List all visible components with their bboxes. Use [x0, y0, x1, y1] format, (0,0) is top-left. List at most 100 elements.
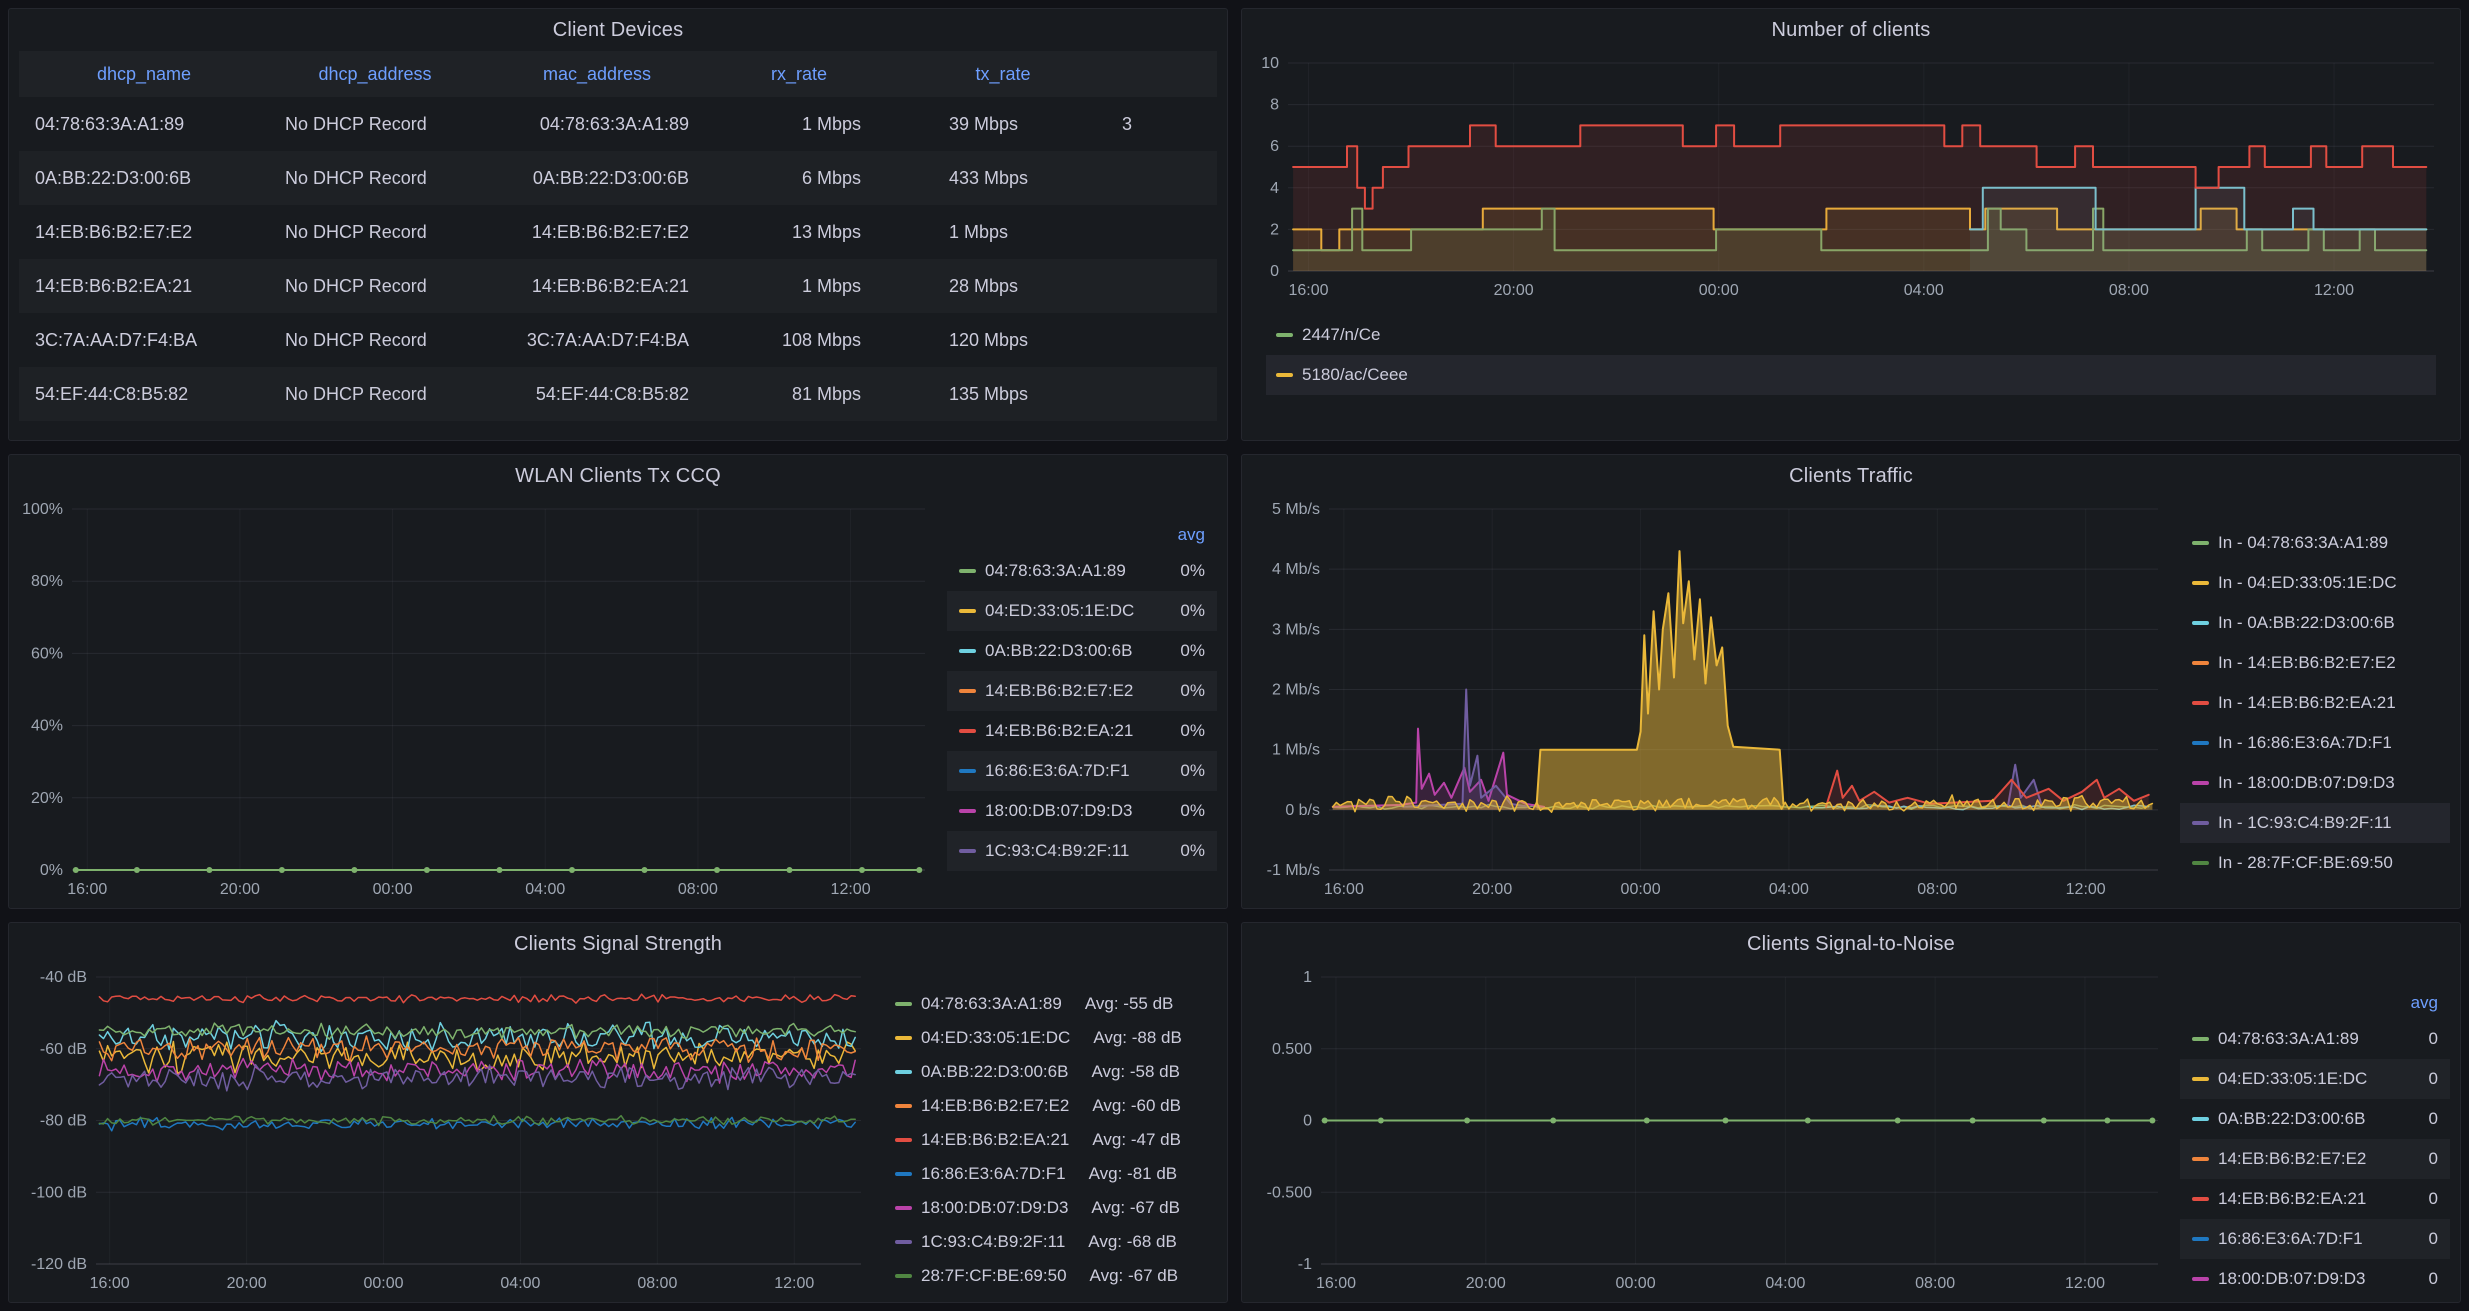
legend-item[interactable]: 04:ED:33:05:1E:DC Avg: -88 dB — [883, 1021, 1217, 1055]
legend-avg-header[interactable]: avg — [1178, 525, 1205, 545]
table-cell: No DHCP Record — [269, 367, 481, 421]
legend-avg-value: Avg: -47 dB — [1092, 1130, 1181, 1150]
legend-item[interactable]: In - 14:EB:B6:B2:EA:21 — [2180, 683, 2450, 723]
legend-item[interactable]: In - 16:86:E3:6A:7D:F1 — [2180, 723, 2450, 763]
legend-item[interactable]: 04:ED:33:05:1E:DC 0 — [2180, 1059, 2450, 1099]
legend-avg-header[interactable]: avg — [2411, 993, 2438, 1013]
legend-item[interactable]: In - 1C:93:C4:B9:2F:11 — [2180, 803, 2450, 843]
legend-series-label: In - 16:86:E3:6A:7D:F1 — [2218, 733, 2392, 753]
legend-item[interactable]: 18:00:DB:07:D9:D3 0% — [947, 791, 1217, 831]
table-cell — [1121, 367, 1217, 421]
legend-item[interactable]: 14:EB:B6:B2:E7:E2 0 — [2180, 1139, 2450, 1179]
legend-item[interactable]: 0A:BB:22:D3:00:6B 0% — [947, 631, 1217, 671]
svg-text:-100 dB: -100 dB — [31, 1184, 87, 1201]
svg-text:16:00: 16:00 — [1316, 1275, 1356, 1292]
panel-title-signal-strength[interactable]: Clients Signal Strength — [9, 923, 1227, 965]
panel-client-devices: Client Devices dhcp_name dhcp_address — [8, 8, 1228, 441]
signal-strength-graph[interactable]: -40 dB-60 dB-80 dB-100 dB-120 dB16:0020:… — [19, 965, 877, 1296]
table-cell — [1121, 205, 1217, 259]
legend-item[interactable]: 14:EB:B6:B2:EA:21 0% — [947, 711, 1217, 751]
legend-series-label: 18:00:DB:07:D9:D3 — [921, 1198, 1068, 1218]
legend-item[interactable]: 1C:93:C4:B9:2F:11 0% — [947, 831, 1217, 871]
series-color-marker — [2192, 1077, 2209, 1081]
svg-text:00:00: 00:00 — [1616, 1275, 1656, 1292]
legend-series-label: 14:EB:B6:B2:EA:21 — [921, 1130, 1069, 1150]
legend-series-label: In - 18:00:DB:07:D9:D3 — [2218, 773, 2395, 793]
legend-item[interactable]: 0A:BB:22:D3:00:6B Avg: -58 dB — [883, 1055, 1217, 1089]
legend-item[interactable]: 14:EB:B6:B2:E7:E2 Avg: -60 dB — [883, 1089, 1217, 1123]
column-header[interactable]: tx_rate — [885, 51, 1121, 97]
svg-text:20:00: 20:00 — [227, 1275, 267, 1292]
snr-graph[interactable]: -1-0.50000.500116:0020:0000:0004:0008:00… — [1252, 965, 2174, 1296]
legend-item[interactable]: 18:00:DB:07:D9:D3 Avg: -67 dB — [883, 1191, 1217, 1225]
panel-title-snr[interactable]: Clients Signal-to-Noise — [1242, 923, 2460, 965]
legend-item[interactable]: 14:EB:B6:B2:EA:21 Avg: -47 dB — [883, 1123, 1217, 1157]
number-of-clients-graph[interactable]: 024681016:0020:0000:0004:0008:0012:00 — [1252, 51, 2450, 303]
column-header[interactable]: rx_rate — [713, 51, 885, 97]
column-header[interactable]: dhcp_name — [19, 51, 269, 97]
legend-item[interactable]: 14:EB:B6:B2:E7:E2 0% — [947, 671, 1217, 711]
legend-item[interactable]: 28:7F:CF:BE:69:50 Avg: -67 dB — [883, 1259, 1217, 1293]
svg-text:04:00: 04:00 — [1769, 881, 1809, 898]
svg-text:1: 1 — [1303, 969, 1312, 986]
legend-item[interactable]: 5180/ac/Ceee — [1266, 355, 2436, 395]
svg-text:5 Mb/s: 5 Mb/s — [1272, 501, 1320, 518]
series-color-marker — [895, 1070, 912, 1074]
panel-clients-signal-to-noise: Clients Signal-to-Noise -1-0.50000.50011… — [1241, 922, 2461, 1303]
table-cell: 3C:7A:AA:D7:F4:BA — [481, 313, 713, 367]
legend-item[interactable]: 04:78:63:3A:A1:89 0 — [2180, 1019, 2450, 1059]
panel-title-client-devices[interactable]: Client Devices — [9, 9, 1227, 51]
legend-item[interactable]: In - 0A:BB:22:D3:00:6B — [2180, 603, 2450, 643]
legend-series-label: 16:86:E3:6A:7D:F1 — [921, 1164, 1066, 1184]
svg-text:20%: 20% — [31, 790, 63, 807]
legend-series-label: 18:00:DB:07:D9:D3 — [985, 801, 1132, 821]
series-color-marker — [2192, 581, 2209, 585]
svg-text:0%: 0% — [40, 862, 63, 879]
svg-text:-120 dB: -120 dB — [31, 1256, 87, 1273]
legend-series-label: In - 14:EB:B6:B2:E7:E2 — [2218, 653, 2396, 673]
traffic-graph[interactable]: -1 Mb/s0 b/s1 Mb/s2 Mb/s3 Mb/s4 Mb/s5 Mb… — [1252, 497, 2174, 902]
svg-text:-1 Mb/s: -1 Mb/s — [1267, 862, 1320, 879]
legend-item[interactable]: 1C:93:C4:B9:2F:11 Avg: -68 dB — [883, 1225, 1217, 1259]
series-color-marker — [895, 1240, 912, 1244]
table-cell: 135 Mbps — [885, 367, 1121, 421]
column-header[interactable]: dhcp_address — [269, 51, 481, 97]
table-cell: No DHCP Record — [269, 313, 481, 367]
ccq-graph[interactable]: 0%20%40%60%80%100%16:0020:0000:0004:0008… — [19, 497, 941, 902]
legend-item[interactable]: In - 04:78:63:3A:A1:89 — [2180, 523, 2450, 563]
legend-series-label: 04:78:63:3A:A1:89 — [921, 994, 1062, 1014]
legend-ccq: avg 04:78:63:3A:A1:89 0% 04:ED:33:05:1E:… — [947, 523, 1217, 902]
legend-item[interactable]: 04:ED:33:05:1E:DC 0% — [947, 591, 1217, 631]
legend-series-label: 04:ED:33:05:1E:DC — [985, 601, 1134, 621]
legend-item[interactable]: 04:78:63:3A:A1:89 Avg: -55 dB — [883, 987, 1217, 1021]
table-cell: 13 Mbps — [713, 205, 885, 259]
legend-item[interactable]: In - 04:ED:33:05:1E:DC — [2180, 563, 2450, 603]
legend-item[interactable]: 14:EB:B6:B2:EA:21 0 — [2180, 1179, 2450, 1219]
series-color-marker — [959, 569, 976, 573]
legend-series-label: 18:00:DB:07:D9:D3 — [2218, 1269, 2365, 1289]
legend-item[interactable]: 16:86:E3:6A:7D:F1 0 — [2180, 1219, 2450, 1259]
svg-text:08:00: 08:00 — [1915, 1275, 1955, 1292]
legend-item[interactable]: 18:00:DB:07:D9:D3 0 — [2180, 1259, 2450, 1296]
client-devices-table: dhcp_name dhcp_address mac_address rx_ra… — [19, 51, 1217, 432]
table-cell: 14:EB:B6:B2:E7:E2 — [19, 205, 269, 259]
svg-text:08:00: 08:00 — [678, 881, 718, 898]
legend-item[interactable]: 0A:BB:22:D3:00:6B 0 — [2180, 1099, 2450, 1139]
legend-item[interactable]: 2447/n/Ce — [1266, 315, 2436, 355]
panel-title-number-of-clients[interactable]: Number of clients — [1242, 9, 2460, 51]
legend-item[interactable]: 16:86:E3:6A:7D:F1 0% — [947, 751, 1217, 791]
column-header[interactable] — [1121, 51, 1217, 97]
legend-item[interactable]: In - 18:00:DB:07:D9:D3 — [2180, 763, 2450, 803]
column-header[interactable]: mac_address — [481, 51, 713, 97]
legend-item[interactable]: In - 28:7F:CF:BE:69:50 — [2180, 843, 2450, 883]
panel-title-traffic[interactable]: Clients Traffic — [1242, 455, 2460, 497]
legend-item[interactable]: 04:78:63:3A:A1:89 0% — [947, 551, 1217, 591]
panel-title-ccq[interactable]: WLAN Clients Tx CCQ — [9, 455, 1227, 497]
legend-series-label: 1C:93:C4:B9:2F:11 — [985, 841, 1129, 861]
svg-text:12:00: 12:00 — [2065, 1275, 2105, 1292]
legend-series-label: 1C:93:C4:B9:2F:11 — [921, 1232, 1065, 1252]
series-color-marker — [2192, 1157, 2209, 1161]
legend-item[interactable]: 16:86:E3:6A:7D:F1 Avg: -81 dB — [883, 1157, 1217, 1191]
svg-text:1 Mb/s: 1 Mb/s — [1272, 742, 1320, 759]
legend-item[interactable]: In - 14:EB:B6:B2:E7:E2 — [2180, 643, 2450, 683]
